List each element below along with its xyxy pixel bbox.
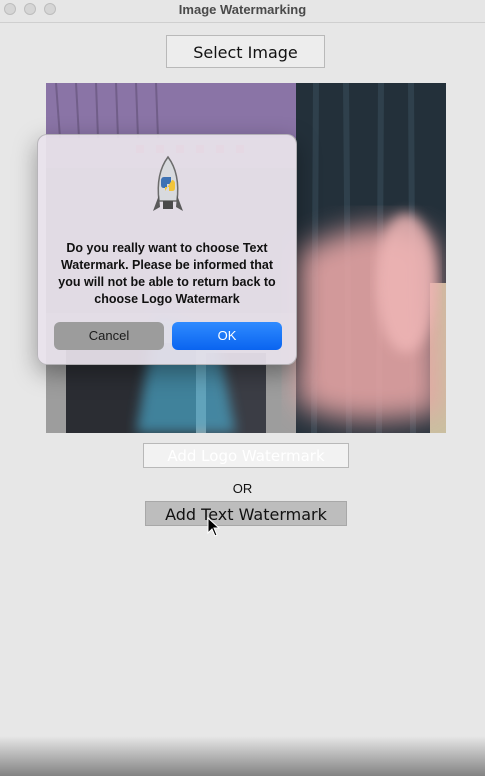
window-title: Image Watermarking — [178, 2, 307, 17]
ok-button[interactable]: OK — [172, 322, 282, 350]
add-text-watermark-button[interactable]: Add Text Watermark — [145, 501, 347, 526]
add-logo-watermark-button[interactable]: Add Logo Watermark — [143, 443, 349, 468]
confirm-dialog: Do you really want to choose Text Waterm… — [37, 134, 297, 365]
bottom-shadow — [0, 736, 485, 776]
mouse-pointer-icon — [207, 517, 221, 537]
or-label: OR — [232, 481, 253, 496]
title-bar: Image Watermarking — [0, 0, 485, 23]
select-image-button[interactable]: Select Image — [166, 35, 325, 68]
dialog-message: Do you really want to choose Text Waterm… — [58, 241, 276, 306]
python-rocket-icon — [153, 155, 183, 211]
cancel-button[interactable]: Cancel — [54, 322, 164, 350]
